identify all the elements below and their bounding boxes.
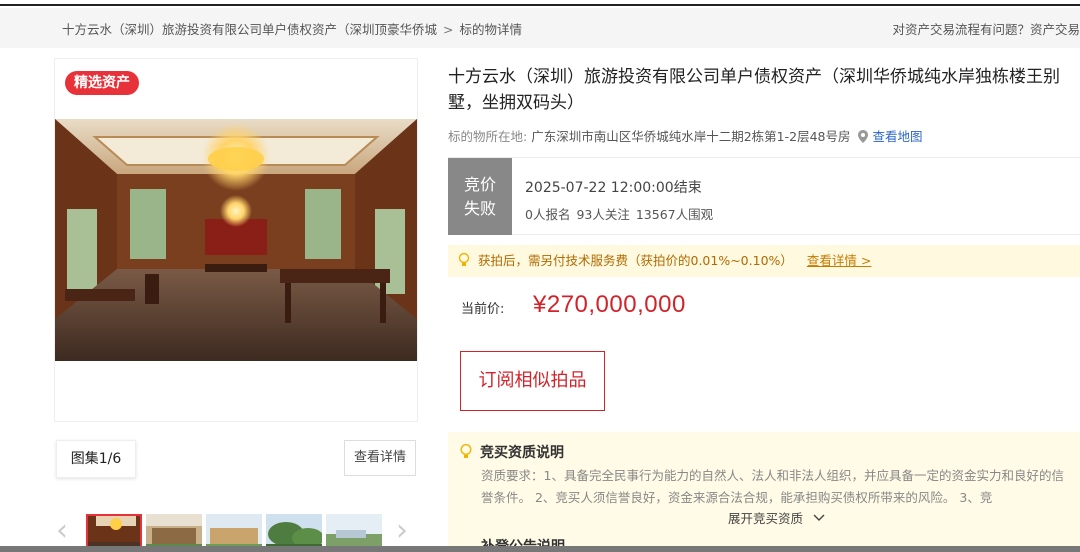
- notice-text: 获拍后，需另付技术服务费（获拍价的0.01%~0.10%）: [478, 253, 793, 268]
- villa-hall-image: [55, 119, 417, 361]
- asset-title: 十方云水（深圳）旅游投资有限公司单户债权资产（深圳华侨城纯水岸独栋楼王别墅，坐拥…: [448, 67, 1060, 113]
- status-label: 竞价失败: [463, 175, 496, 218]
- chevron-down-icon: [813, 514, 825, 521]
- service-fee-notice: 获拍后，需另付技术服务费（获拍价的0.01%~0.10%） 查看详情 >: [448, 245, 1080, 277]
- qualification-panel: 竞买资质说明 资质要求：1、具备完全民事行为能力的自然人、法人和非法人组织，并应…: [448, 432, 1080, 552]
- notice-details-link[interactable]: 查看详情 >: [807, 253, 871, 268]
- subscribe-similar-button[interactable]: 订阅相似拍品: [460, 351, 605, 411]
- main-photo[interactable]: [55, 119, 417, 361]
- qualification-heading-text: 竞买资质说明: [480, 445, 564, 461]
- qualification-text: 资质要求：1、具备完全民事行为能力的自然人、法人和非法人组织，并应具备一定的资金…: [481, 468, 1064, 505]
- location-pin-icon: [858, 130, 869, 143]
- auction-status-panel: 竞价失败 2025-07-22 12:00:00结束 0人报名 93人关注 1356…: [448, 157, 1080, 235]
- breadcrumb-item-current: 标的物详情: [459, 22, 523, 37]
- location-label: 标的物所在地:: [448, 129, 528, 144]
- current-price-label: 当前价:: [461, 302, 505, 317]
- expand-qualification-label: 展开竞买资质: [728, 511, 804, 526]
- viewer-count: 13567人围观: [635, 207, 714, 222]
- album-counter: 图集1/6: [56, 440, 136, 478]
- asset-location: 标的物所在地: 广东深圳市南山区华侨城纯水岸十二期2栋第1-2层48号房 查看地…: [448, 126, 922, 145]
- breadcrumb-bar: 十方云水（深圳）旅游投资有限公司单户债权资产（深圳顶豪华侨城 > 标的物详情 对资产…: [0, 8, 1080, 48]
- breadcrumb-item-asset[interactable]: 十方云水（深圳）旅游投资有限公司单户债权资产（深圳顶豪华侨城: [62, 22, 437, 37]
- chevron-right-icon[interactable]: ›: [396, 516, 408, 546]
- breadcrumb: 十方云水（深圳）旅游投资有限公司单户债权资产（深圳顶豪华侨城 > 标的物详情: [62, 19, 522, 38]
- signup-count: 0人报名: [525, 207, 571, 222]
- chevron-left-icon[interactable]: ‹: [56, 516, 68, 546]
- auction-stats: 0人报名 93人关注 13567人围观: [525, 204, 719, 223]
- gallery-card: 精选资产: [54, 58, 418, 422]
- lightbulb-icon: [460, 444, 472, 458]
- auction-end-time: 2025-07-22 12:00:00结束: [525, 180, 702, 196]
- featured-badge: 精选资产: [65, 71, 139, 95]
- follower-count: 93人关注: [576, 207, 630, 222]
- view-details-button[interactable]: 查看详情: [344, 440, 416, 476]
- window-bottom-edge: [0, 546, 1080, 552]
- breadcrumb-separator: >: [443, 22, 454, 37]
- status-badge: 竞价失败: [448, 158, 512, 235]
- view-map-link[interactable]: 查看地图: [872, 129, 922, 144]
- current-price-value: ¥270,000,000: [533, 291, 686, 318]
- qualification-heading: 竞买资质说明: [460, 442, 564, 462]
- expand-qualification-button[interactable]: 展开竞买资质: [728, 508, 825, 527]
- lightbulb-icon: [458, 253, 470, 266]
- help-link[interactable]: 对资产交易流程有问题？资产交易: [892, 19, 1080, 38]
- window-top-edge: [0, 0, 1080, 6]
- location-address: 广东深圳市南山区华侨城纯水岸十二期2栋第1-2层48号房: [531, 129, 851, 144]
